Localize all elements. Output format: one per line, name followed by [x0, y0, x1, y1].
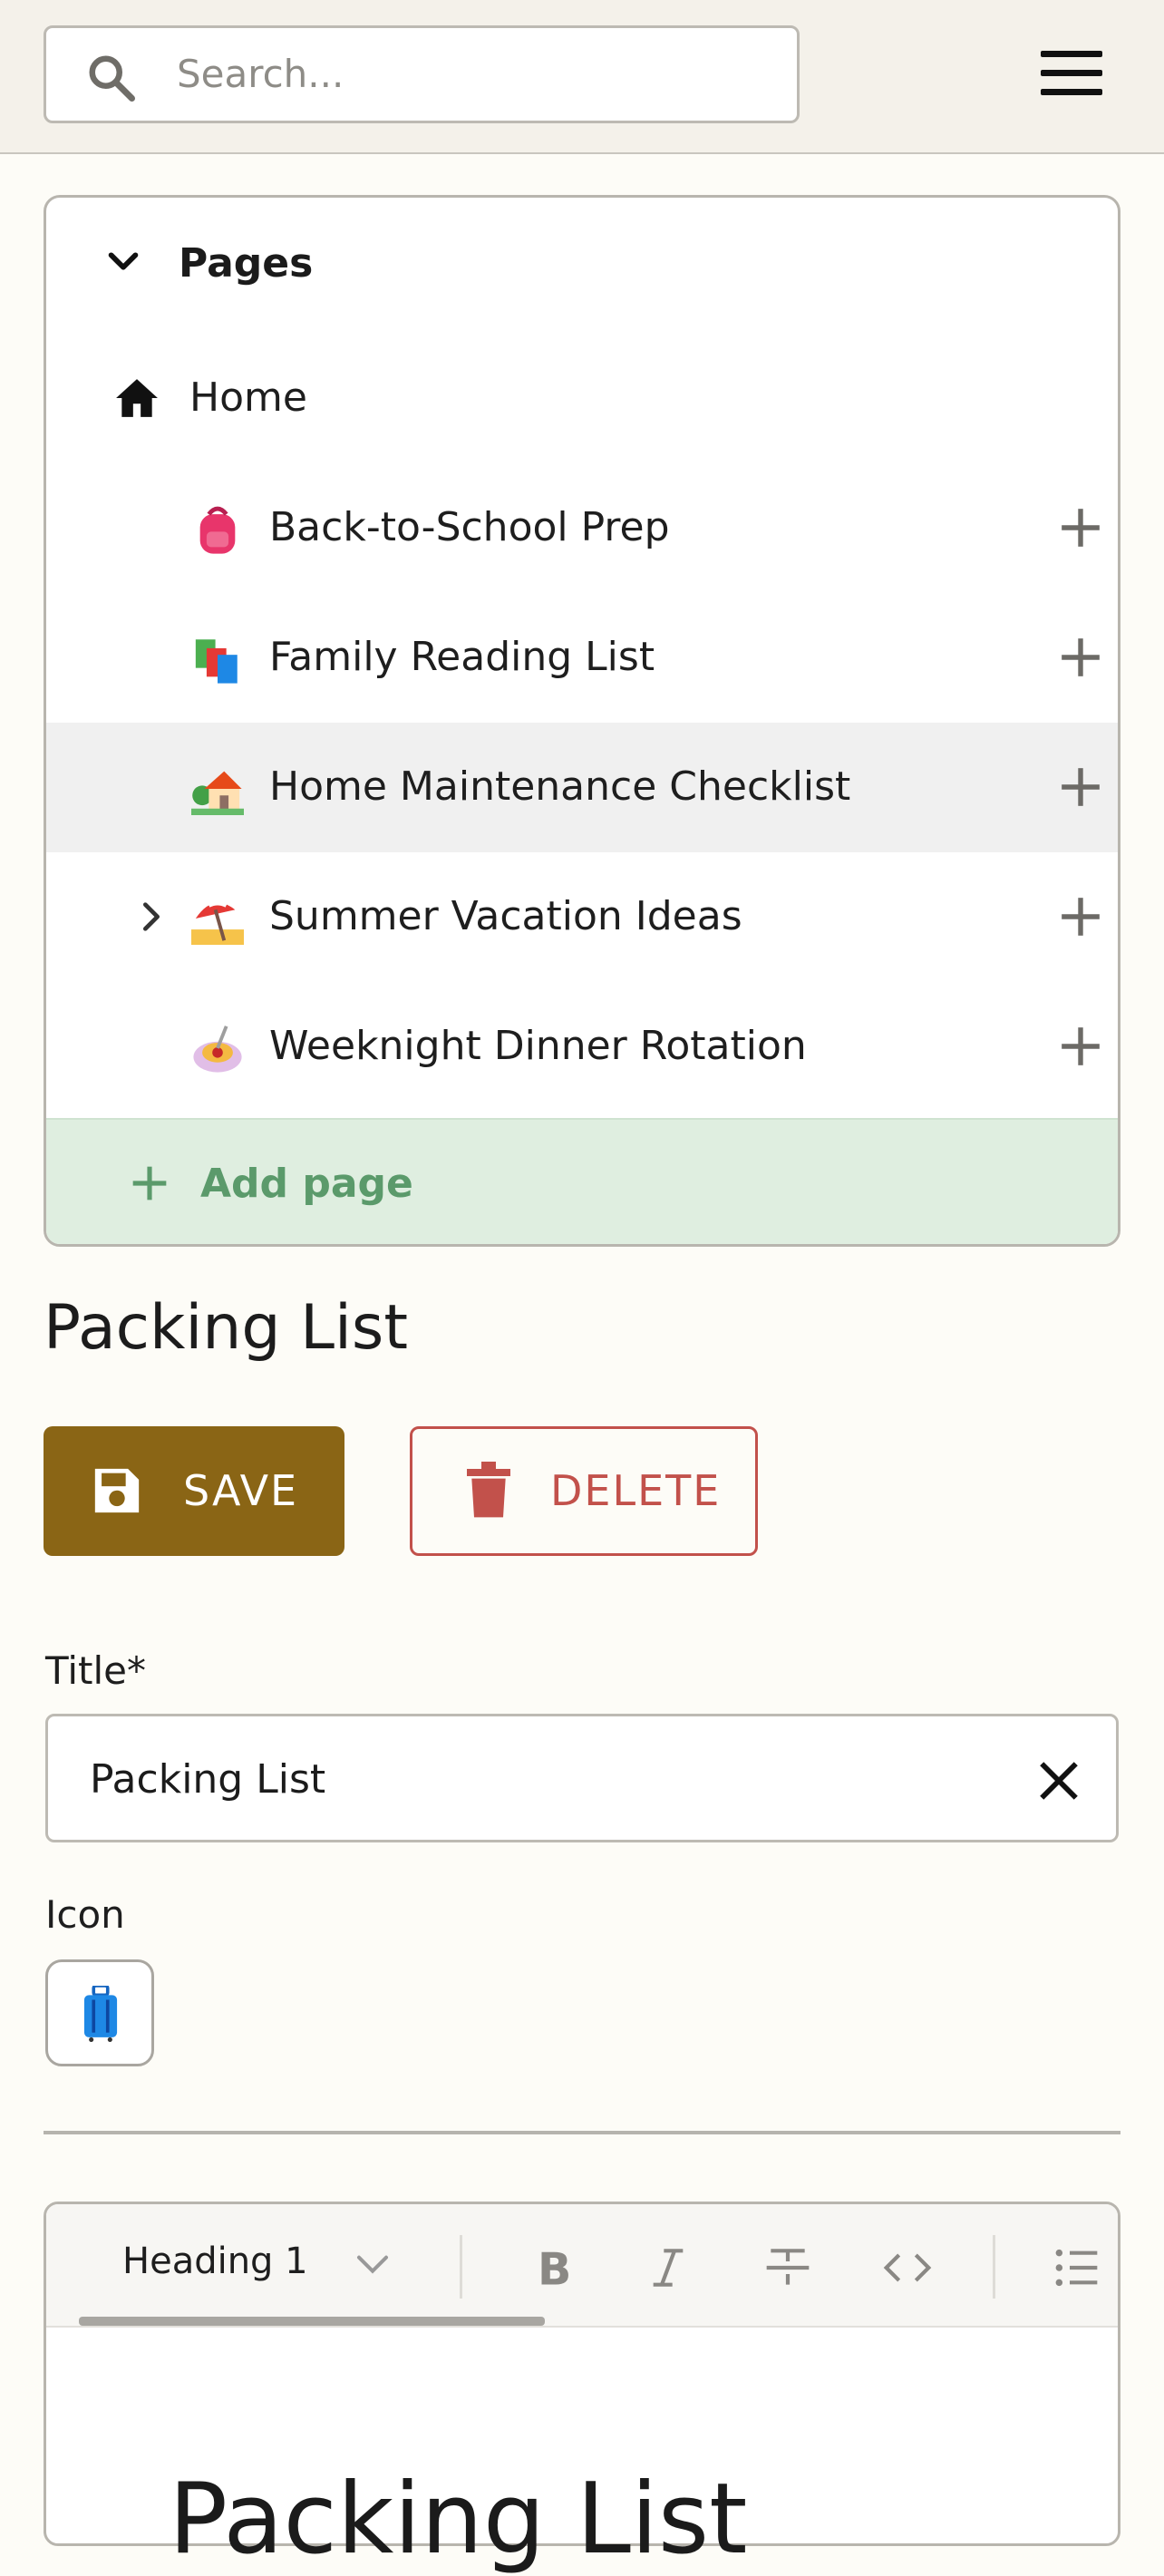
page-item-home[interactable]: Home: [46, 334, 1118, 463]
add-subpage-icon[interactable]: [1058, 635, 1103, 680]
spaghetti-icon: [193, 1026, 242, 1073]
add-page-button[interactable]: Add page: [46, 1118, 1118, 1244]
svg-text:B: B: [538, 2244, 571, 2293]
home-icon: [116, 379, 158, 417]
page-item-weeknight-dinner-rotation[interactable]: Weeknight Dinner Rotation: [46, 982, 1118, 1112]
toolbar-separator: [460, 2235, 462, 2299]
top-bar: Search...: [0, 0, 1164, 154]
page-item-summer-vacation-ideas[interactable]: Summer Vacation Ideas: [46, 852, 1118, 982]
chevron-down-icon[interactable]: [102, 241, 144, 283]
books-icon: [195, 639, 238, 684]
bulleted-list-icon[interactable]: [1049, 2242, 1103, 2293]
editor-heading-text[interactable]: Packing List: [169, 2463, 748, 2576]
page-item-back-to-school-prep[interactable]: Back-to-School Prep: [46, 463, 1118, 593]
save-button[interactable]: SAVE: [44, 1426, 344, 1556]
add-subpage-icon[interactable]: [1058, 764, 1103, 810]
block-style-select[interactable]: Heading 1: [122, 2241, 308, 2282]
page-item-label: Summer Vacation Ideas: [269, 893, 742, 939]
beach-umbrella-icon: [191, 900, 244, 945]
page-item-label: Home: [189, 374, 307, 421]
chevron-right-icon[interactable]: [133, 896, 170, 938]
editor-toolbar: Heading 1 B: [46, 2204, 1118, 2328]
search-placeholder: Search...: [177, 52, 344, 96]
italic-icon[interactable]: [641, 2242, 695, 2293]
house-with-garden-icon: [191, 771, 244, 815]
page-item-family-reading-list[interactable]: Family Reading List: [46, 593, 1118, 723]
pages-header-label: Pages: [179, 240, 314, 287]
bold-icon[interactable]: B: [523, 2242, 577, 2293]
section-divider: [44, 2131, 1120, 2134]
page-item-home-maintenance-checklist[interactable]: Home Maintenance Checklist: [46, 723, 1118, 852]
page-item-label: Back-to-School Prep: [269, 504, 670, 550]
hamburger-menu-icon[interactable]: [1041, 51, 1102, 100]
page-item-label: Home Maintenance Checklist: [269, 763, 851, 810]
clear-icon[interactable]: [1036, 1758, 1082, 1803]
plus-icon: [132, 1166, 167, 1201]
add-subpage-icon[interactable]: [1058, 894, 1103, 939]
floppy-disk-icon: [94, 1468, 140, 1513]
backpack-icon: [199, 506, 236, 554]
code-icon[interactable]: [880, 2242, 935, 2293]
title-field[interactable]: Packing List: [45, 1714, 1119, 1842]
icon-picker-button[interactable]: [45, 1959, 154, 2066]
title-field-value: Packing List: [90, 1756, 326, 1803]
luggage-icon: [83, 1986, 118, 2042]
save-label: SAVE: [183, 1466, 299, 1515]
strikethrough-icon[interactable]: [761, 2242, 815, 2293]
pages-panel: Pages Home Back-to-School Prep Family Re…: [44, 195, 1120, 1247]
title-field-label: Title*: [45, 1648, 147, 1693]
page-item-label: Family Reading List: [269, 634, 655, 680]
toolbar-separator: [993, 2235, 995, 2299]
delete-label: DELETE: [550, 1466, 722, 1515]
page-item-label: Weeknight Dinner Rotation: [269, 1023, 807, 1069]
add-subpage-icon[interactable]: [1058, 505, 1103, 550]
page-title: Packing List: [44, 1292, 409, 1364]
delete-button[interactable]: DELETE: [410, 1426, 758, 1556]
add-subpage-icon[interactable]: [1058, 1024, 1103, 1069]
pages-header[interactable]: Pages: [46, 198, 1118, 334]
search-icon: [89, 55, 135, 102]
trash-icon: [467, 1462, 510, 1518]
icon-field-label: Icon: [45, 1892, 125, 1937]
search-input[interactable]: Search...: [44, 25, 800, 123]
chevron-down-icon[interactable]: [354, 2251, 391, 2279]
toolbar-scroll-indicator[interactable]: [79, 2317, 545, 2326]
add-page-label: Add page: [200, 1161, 413, 1207]
